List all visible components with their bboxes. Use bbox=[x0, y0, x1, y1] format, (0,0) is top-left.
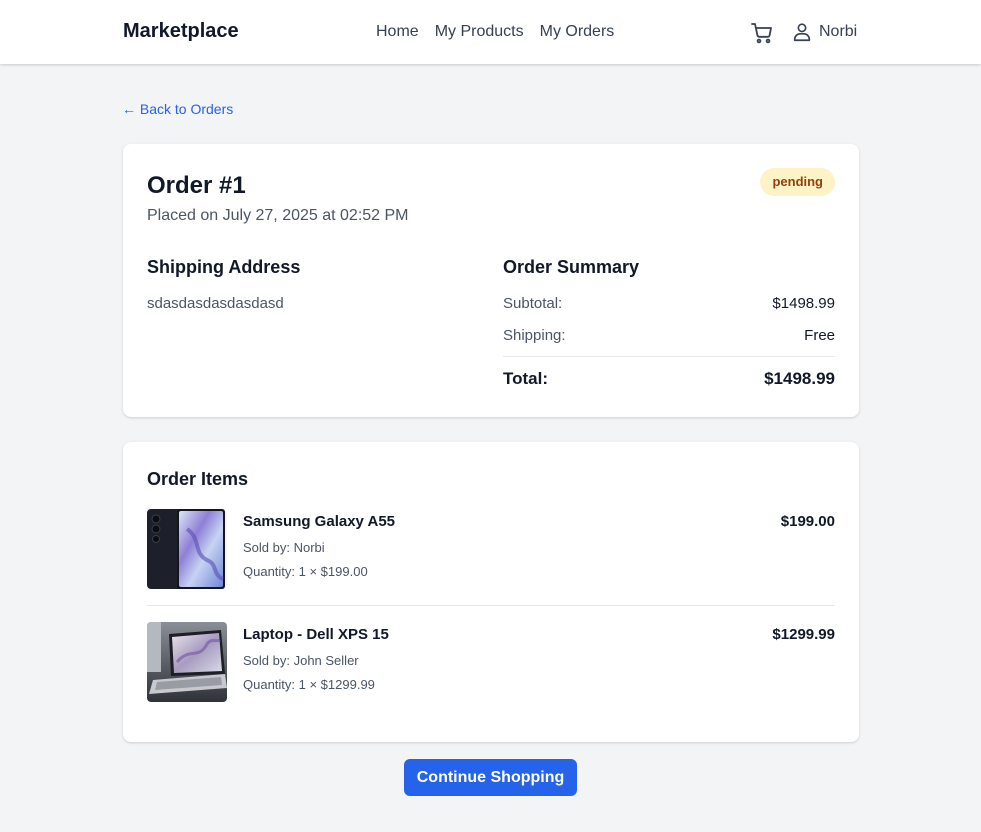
user-menu[interactable]: Norbi bbox=[791, 21, 857, 43]
main-nav: Home My Products My Orders bbox=[376, 23, 614, 41]
subtotal-row: Subtotal: $1498.99 bbox=[503, 295, 835, 312]
item-seller: Sold by: John Seller bbox=[243, 653, 359, 668]
order-title: Order #1 bbox=[147, 172, 246, 199]
brand-logo[interactable]: Marketplace bbox=[123, 20, 239, 43]
item-quantity: Quantity: 1 × $1299.99 bbox=[243, 677, 375, 692]
order-date: Placed on July 27, 2025 at 02:52 PM bbox=[147, 207, 409, 224]
list-item: Laptop - Dell XPS 15 Sold by: John Selle… bbox=[147, 622, 835, 702]
shipping-address: sdasdasdasdasdasd bbox=[147, 295, 284, 312]
back-to-orders-link[interactable]: ← Back to Orders bbox=[122, 101, 233, 117]
order-items-card: Order Items Samsung Galaxy A55 Sold by: … bbox=[123, 442, 859, 742]
user-name: Norbi bbox=[819, 23, 858, 40]
shipping-value: Free bbox=[804, 327, 835, 344]
product-image-laptop-dell-xps-15[interactable] bbox=[147, 622, 227, 702]
nav-my-orders-link[interactable]: My Orders bbox=[540, 23, 615, 41]
order-details-card: Order #1 Placed on July 27, 2025 at 02:5… bbox=[123, 144, 859, 417]
status-badge: pending bbox=[760, 168, 835, 196]
subtotal-label: Subtotal: bbox=[503, 295, 563, 312]
total-value: $1498.99 bbox=[764, 369, 835, 388]
item-name[interactable]: Samsung Galaxy A55 bbox=[243, 513, 395, 530]
subtotal-value: $1498.99 bbox=[772, 295, 835, 312]
shipping-row: Shipping: Free bbox=[503, 327, 835, 344]
order-summary-heading: Order Summary bbox=[503, 257, 640, 277]
shipping-label: Shipping: bbox=[503, 327, 566, 344]
summary-divider bbox=[503, 356, 835, 357]
continue-shopping-button[interactable]: Continue Shopping bbox=[404, 759, 577, 796]
item-quantity: Quantity: 1 × $199.00 bbox=[243, 564, 368, 579]
item-price: $199.00 bbox=[780, 513, 835, 530]
list-item: Samsung Galaxy A55 Sold by: Norbi Quanti… bbox=[147, 509, 835, 589]
nav-home-link[interactable]: Home bbox=[376, 23, 419, 41]
shipping-address-heading: Shipping Address bbox=[147, 257, 301, 277]
item-seller: Sold by: Norbi bbox=[243, 540, 325, 555]
shopping-cart-icon[interactable] bbox=[750, 21, 774, 45]
item-price: $1299.99 bbox=[772, 626, 835, 643]
item-name[interactable]: Laptop - Dell XPS 15 bbox=[243, 626, 389, 643]
total-row: Total: $1498.99 bbox=[503, 369, 835, 389]
order-items-heading: Order Items bbox=[147, 469, 249, 489]
total-label: Total: bbox=[503, 369, 549, 388]
item-divider bbox=[147, 605, 835, 606]
top-navbar: Marketplace Home My Products My Orders N… bbox=[0, 0, 981, 64]
user-icon bbox=[793, 23, 811, 42]
product-image-samsung-galaxy-a55[interactable] bbox=[147, 509, 227, 589]
nav-my-products-link[interactable]: My Products bbox=[435, 23, 524, 41]
